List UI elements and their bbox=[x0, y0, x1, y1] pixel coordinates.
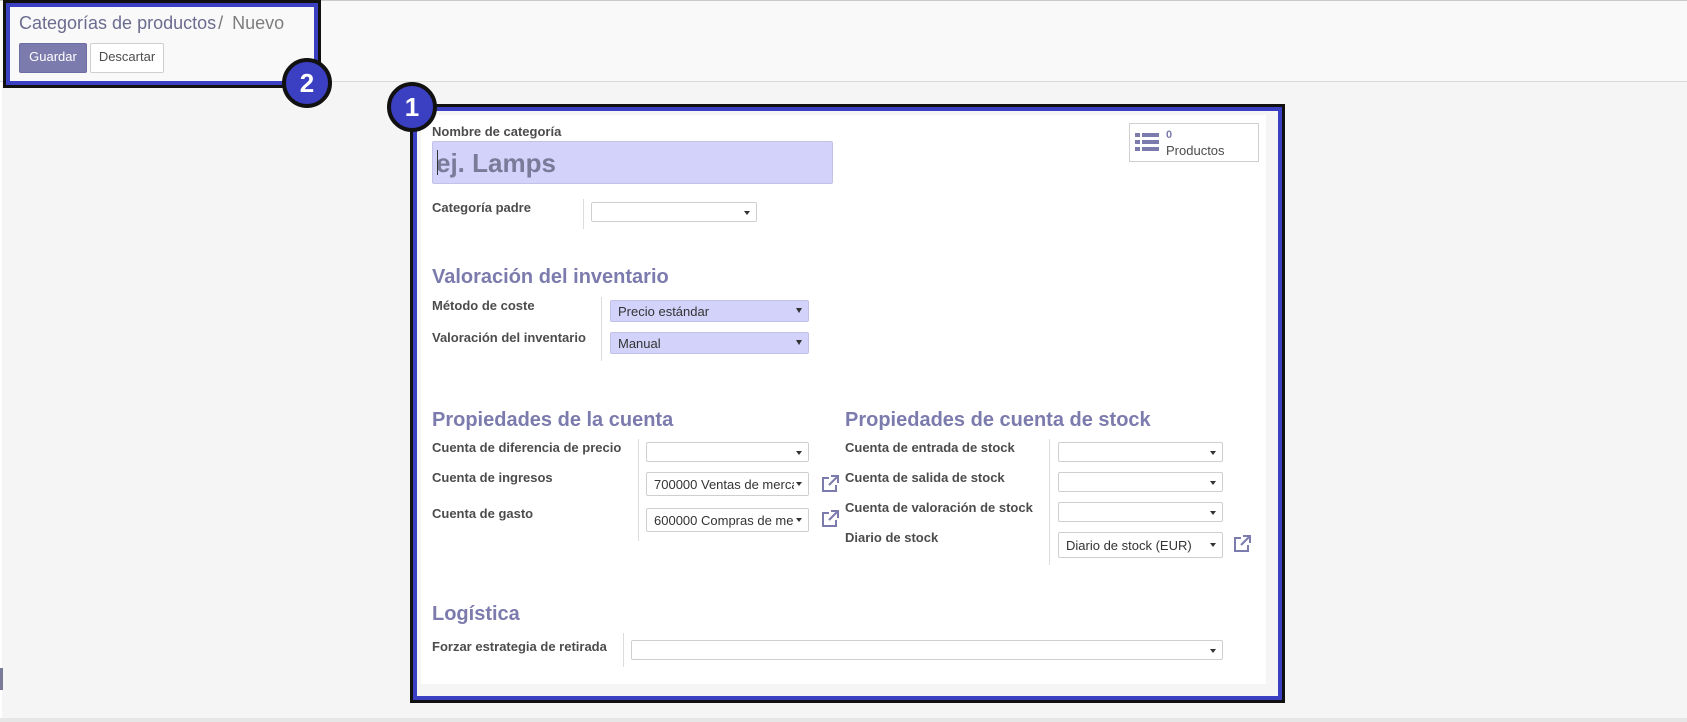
annotation-highlight-1 bbox=[410, 104, 1285, 703]
bottom-border bbox=[0, 718, 1687, 722]
annotation-badge-2: 2 bbox=[282, 58, 332, 108]
annotation-badge-1: 1 bbox=[387, 82, 437, 132]
annotation-highlight-2 bbox=[3, 0, 321, 88]
left-edge-marker bbox=[0, 668, 3, 690]
